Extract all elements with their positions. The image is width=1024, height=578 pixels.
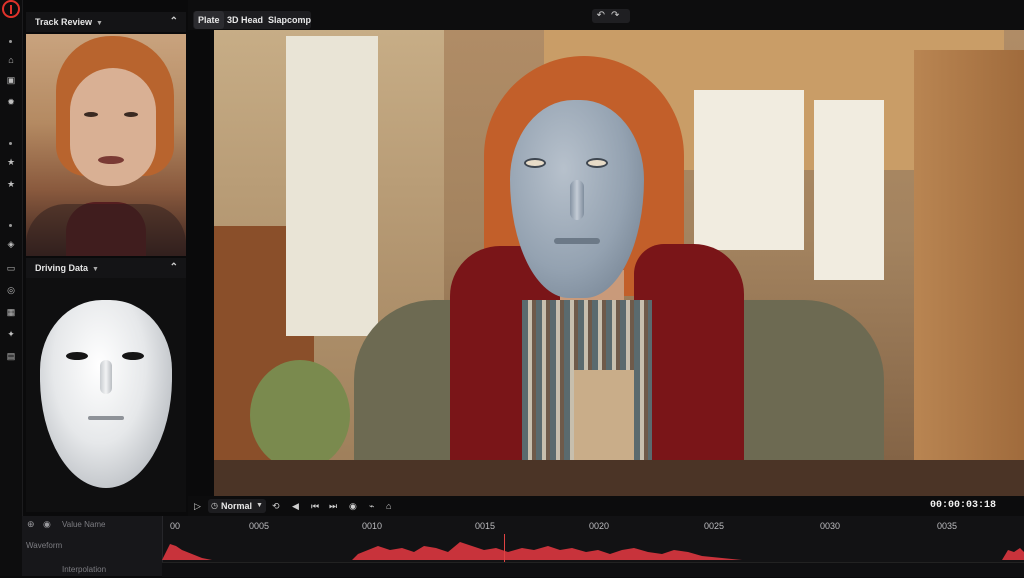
star-filled-icon[interactable]: ★ <box>5 178 17 190</box>
grid-icon[interactable]: ▦ <box>5 306 17 318</box>
mask-eye-left <box>66 352 88 360</box>
lock-icon[interactable]: ⊕ <box>27 519 35 530</box>
step-forward-icon[interactable]: ⏭ <box>329 496 337 516</box>
timeline-tick: 0030 <box>820 521 841 531</box>
snap-icon[interactable]: ⌂ <box>386 496 391 516</box>
timecode-display: 00:00:03:18 <box>930 500 997 511</box>
layers-icon[interactable]: ▤ <box>5 350 17 362</box>
timeline-tick: 0015 <box>475 521 496 531</box>
chevron-down-icon[interactable]: ▼ <box>92 266 99 273</box>
track-review-image <box>26 34 186 256</box>
audio-waveform[interactable] <box>162 538 1024 560</box>
collapse-up-icon[interactable]: ⌃ <box>170 12 178 32</box>
chevron-down-icon[interactable]: ▼ <box>256 496 263 516</box>
subject-eye-left <box>84 112 98 117</box>
scene-note-2 <box>814 100 884 280</box>
image-icon[interactable]: ▣ <box>5 74 17 86</box>
timeline-tick: 0010 <box>362 521 383 531</box>
mask-eye-right <box>122 352 144 360</box>
redo-icon[interactable]: ↷ <box>611 10 625 21</box>
timeline-tick: 0035 <box>937 521 958 531</box>
star-icon[interactable]: ★ <box>5 156 17 168</box>
mask-nose <box>100 360 112 394</box>
record-icon[interactable]: ◉ <box>349 496 357 516</box>
settings-icon[interactable]: ✹ <box>5 96 17 108</box>
separator-dot-icon-2 <box>9 224 12 227</box>
volume-icon[interactable]: ◀ <box>292 496 299 516</box>
timeline-interpolation-lane[interactable] <box>162 562 1024 577</box>
transform-icon[interactable]: ✦ <box>5 328 17 340</box>
driving-data-header[interactable]: Driving Data ▼ ⌃ <box>26 258 186 278</box>
timeline-tick: 00 <box>170 521 181 531</box>
scene-shelf <box>914 50 1024 496</box>
folder-icon[interactable]: ▭ <box>5 262 17 274</box>
shield-icon[interactable]: ◈ <box>5 238 17 250</box>
timeline-tick: 0025 <box>704 521 725 531</box>
play-icon[interactable]: ▷ <box>194 496 201 516</box>
home-icon[interactable]: ⌂ <box>5 54 17 66</box>
timeline-tick: 0005 <box>249 521 270 531</box>
eye-icon[interactable]: ◉ <box>43 519 51 530</box>
tab-slapcomp[interactable]: Slapcomp <box>264 11 315 29</box>
track-review-header[interactable]: Track Review ▼ ⌃ <box>26 12 186 32</box>
refresh-icon[interactable]: ◎ <box>5 284 17 296</box>
cg-eye-right <box>586 158 608 168</box>
playback-mode-label: Normal <box>221 501 253 511</box>
track-header-waveform[interactable]: Waveform <box>26 538 158 554</box>
subject-face <box>70 68 156 186</box>
tab-plate[interactable]: Plate <box>194 11 224 29</box>
timeline-tick: 0020 <box>589 521 610 531</box>
mask-mouth <box>88 416 124 420</box>
scene-note <box>694 90 804 250</box>
scene-plant <box>250 360 350 470</box>
subject-jacket <box>26 204 186 256</box>
step-back-icon[interactable]: ⏮ <box>311 496 319 516</box>
chevron-down-icon[interactable]: ▼ <box>96 20 103 27</box>
app-logo[interactable] <box>2 0 20 18</box>
speed-icon: ◷ <box>211 501 218 510</box>
cg-nose <box>570 180 584 220</box>
menu-dot-icon[interactable] <box>9 40 12 43</box>
undo-redo-group: ↶↷ <box>592 9 630 23</box>
main-viewport[interactable] <box>214 30 1024 496</box>
link-icon[interactable]: ⌁ <box>369 496 374 516</box>
driving-data-title: Driving Data <box>35 263 89 273</box>
track-review-title: Track Review <box>35 17 93 27</box>
loop-icon[interactable]: ⟲ <box>272 496 280 516</box>
cg-mouth <box>554 238 600 244</box>
separator-dot-icon <box>9 142 12 145</box>
scene-poster <box>286 36 378 336</box>
subject-mouth <box>98 156 124 164</box>
subject-eye-right <box>124 112 138 117</box>
scene-desk <box>214 460 1024 496</box>
tab-3d-head[interactable]: 3D Head <box>223 11 267 29</box>
cg-eye-left <box>524 158 546 168</box>
collapse-up-icon[interactable]: ⌃ <box>170 258 178 278</box>
undo-icon[interactable]: ↶ <box>597 10 611 21</box>
